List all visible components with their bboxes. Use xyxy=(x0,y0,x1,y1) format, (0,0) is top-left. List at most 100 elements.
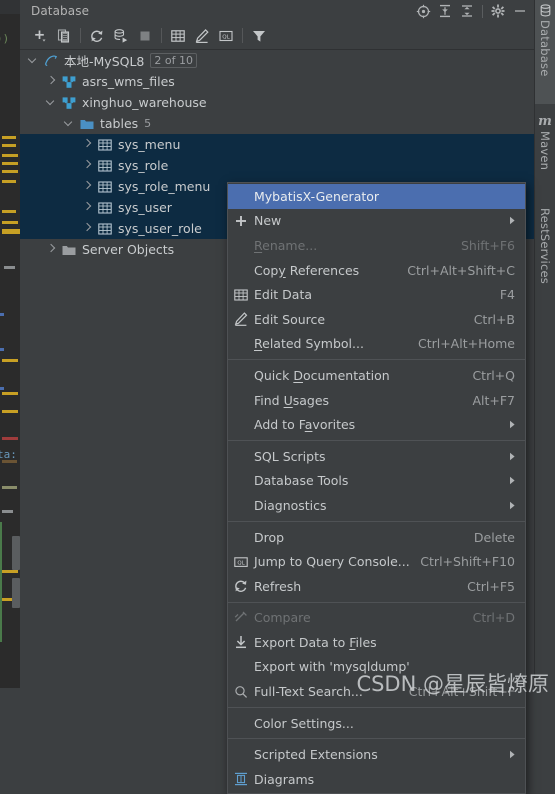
tree-row-label: sys_menu xyxy=(118,137,181,152)
menu-item-label: Copy References xyxy=(254,262,360,278)
chevron-right-icon[interactable] xyxy=(82,180,93,192)
tree-row-label: 本地-MySQL8 xyxy=(64,54,145,69)
menu-item-shortcut: Ctrl+Q xyxy=(472,367,515,383)
menu-item-shortcut: Ctrl+F5 xyxy=(467,578,515,594)
tree-row-xinghuo_warehouse[interactable]: xinghuo_warehouse xyxy=(20,92,535,113)
tree-row-asrs_wms_files[interactable]: asrs_wms_files xyxy=(20,71,535,92)
chevron-down-icon[interactable] xyxy=(45,96,57,108)
tree-row-MySQL8[interactable]: 本地-MySQL8 2 of 10 xyxy=(20,50,535,71)
locate-icon[interactable] xyxy=(412,1,434,21)
menu-item-label: Jump to Query Console... xyxy=(254,554,410,570)
menu-item-export-with-mysqldump[interactable]: Export with 'mysqldump' xyxy=(228,655,525,680)
tree-row-label: sys_role_menu xyxy=(118,179,211,194)
export-icon xyxy=(228,634,254,650)
tree-row-sys_menu[interactable]: sys_menu xyxy=(20,134,535,155)
schema-icon xyxy=(61,74,77,90)
menu-item-jump-to-query-console[interactable]: QL Jump to Query Console... Ctrl+Shift+F10 xyxy=(228,549,525,574)
tree-row-tables[interactable]: tables 5 xyxy=(20,113,535,134)
menu-separator xyxy=(228,439,525,441)
menu-item-label: Export with 'mysqldump' xyxy=(254,659,410,675)
table-grid-icon[interactable] xyxy=(166,24,190,48)
stripe-item-restservices[interactable]: RestServices xyxy=(535,208,555,302)
stop-icon[interactable] xyxy=(133,24,157,48)
expand-all-icon[interactable] xyxy=(434,1,456,21)
maven-icon: m xyxy=(538,114,552,129)
stripe-item-database[interactable]: Database xyxy=(535,0,555,104)
query-console-icon: QL xyxy=(228,554,254,570)
menu-item-new[interactable]: New xyxy=(228,209,525,234)
chevron-right-icon[interactable] xyxy=(82,159,93,171)
tree-row-label: tables xyxy=(100,116,139,131)
menu-item-quick-documentation[interactable]: Quick Documentation Ctrl+Q xyxy=(228,363,525,388)
chevron-right-icon[interactable] xyxy=(46,243,57,255)
tool-window-header: Database xyxy=(20,0,535,22)
menu-item-label: Color Settings... xyxy=(254,715,354,731)
menu-item-label: Rename... xyxy=(254,237,318,253)
menu-item-full-text-search[interactable]: Full-Text Search... Ctrl+Alt+Shift+F xyxy=(228,679,525,704)
tree-row-label: sys_user_role xyxy=(118,221,202,236)
chevron-right-icon[interactable] xyxy=(82,222,93,234)
menu-item-sql-scripts[interactable]: SQL Scripts xyxy=(228,444,525,469)
tree-row-label: sys_role xyxy=(118,158,169,173)
stripe-label-database: Database xyxy=(538,20,552,77)
collapse-all-icon[interactable] xyxy=(456,1,478,21)
stripe-item-maven[interactable]: m Maven xyxy=(535,112,555,202)
table-icon xyxy=(97,200,113,216)
menu-item-rename[interactable]: Rename... Shift+F6 xyxy=(228,233,525,258)
tree-row-sys_role[interactable]: sys_role xyxy=(20,155,535,176)
tree-row-count: 5 xyxy=(144,117,152,130)
toolbar-divider-3 xyxy=(242,28,243,43)
gear-icon[interactable] xyxy=(487,1,509,21)
query-console-icon[interactable]: QL xyxy=(214,24,238,48)
menu-item-database-tools[interactable]: Database Tools xyxy=(228,469,525,494)
submenu-arrow-icon xyxy=(509,501,525,510)
editor-scrollbar-thumb-2[interactable] xyxy=(12,578,20,608)
context-menu[interactable]: MybatisX-Generator New Rename... Shift+F6 C… xyxy=(227,182,526,794)
submenu-arrow-icon xyxy=(509,476,525,485)
menu-item-label: Refresh xyxy=(254,578,302,594)
menu-item-shortcut: Ctrl+Alt+Shift+C xyxy=(407,262,515,278)
add-icon[interactable] xyxy=(28,24,52,48)
refresh-icon[interactable] xyxy=(85,24,109,48)
tool-window-header-actions xyxy=(412,1,535,21)
menu-item-scripted-extensions[interactable]: Scripted Extensions xyxy=(228,742,525,767)
menu-item-find-usages[interactable]: Find Usages Alt+F7 xyxy=(228,388,525,413)
pencil-icon[interactable] xyxy=(190,24,214,48)
menu-item-label: Edit Source xyxy=(254,311,326,327)
menu-item-related-symbol[interactable]: Related Symbol... Ctrl+Alt+Home xyxy=(228,332,525,357)
menu-item-label: Related Symbol... xyxy=(254,336,364,352)
minimize-icon[interactable] xyxy=(509,1,531,21)
menu-item-color-settings[interactable]: Color Settings... xyxy=(228,711,525,736)
database-icon xyxy=(540,4,550,17)
editor-scrollbar-thumb[interactable] xyxy=(12,536,20,570)
chevron-right-icon[interactable] xyxy=(82,138,93,150)
chevron-right-icon[interactable] xyxy=(46,75,57,87)
tree-row-label: sys_user xyxy=(118,200,172,215)
menu-item-edit-data[interactable]: Edit Data F4 xyxy=(228,282,525,307)
schema-icon xyxy=(61,95,77,111)
menu-item-add-to-favorites[interactable]: Add to Favorites xyxy=(228,412,525,437)
chevron-down-icon[interactable] xyxy=(27,54,39,66)
folder-grey-icon xyxy=(61,242,77,258)
menu-item-export-data-to-files[interactable]: Export Data to Files xyxy=(228,630,525,655)
menu-separator xyxy=(228,359,525,361)
menu-item-compare[interactable]: Compare Ctrl+D xyxy=(228,606,525,631)
menu-item-drop[interactable]: Drop Delete xyxy=(228,525,525,550)
menu-item-mybatisx-generator[interactable]: MybatisX-Generator xyxy=(228,184,525,209)
menu-item-edit-source[interactable]: Edit Source Ctrl+B xyxy=(228,307,525,332)
menu-item-label: Diagrams xyxy=(254,771,315,787)
filter-icon[interactable] xyxy=(247,24,271,48)
menu-item-label: Scripted Extensions xyxy=(254,747,378,763)
chevron-right-icon[interactable] xyxy=(82,201,93,213)
duplicate-icon[interactable] xyxy=(52,24,76,48)
menu-item-diagnostics[interactable]: Diagnostics xyxy=(228,493,525,518)
run-script-icon[interactable] xyxy=(109,24,133,48)
menu-item-copy-references[interactable]: Copy References Ctrl+Alt+Shift+C xyxy=(228,258,525,283)
menu-item-label: Add to Favorites xyxy=(254,417,356,433)
submenu-arrow-icon xyxy=(509,750,525,759)
plus-icon xyxy=(228,213,254,229)
compare-icon xyxy=(228,610,254,626)
menu-item-refresh[interactable]: Refresh Ctrl+F5 xyxy=(228,574,525,599)
menu-item-diagrams[interactable]: Diagrams xyxy=(228,767,525,792)
chevron-down-icon[interactable] xyxy=(63,117,75,129)
